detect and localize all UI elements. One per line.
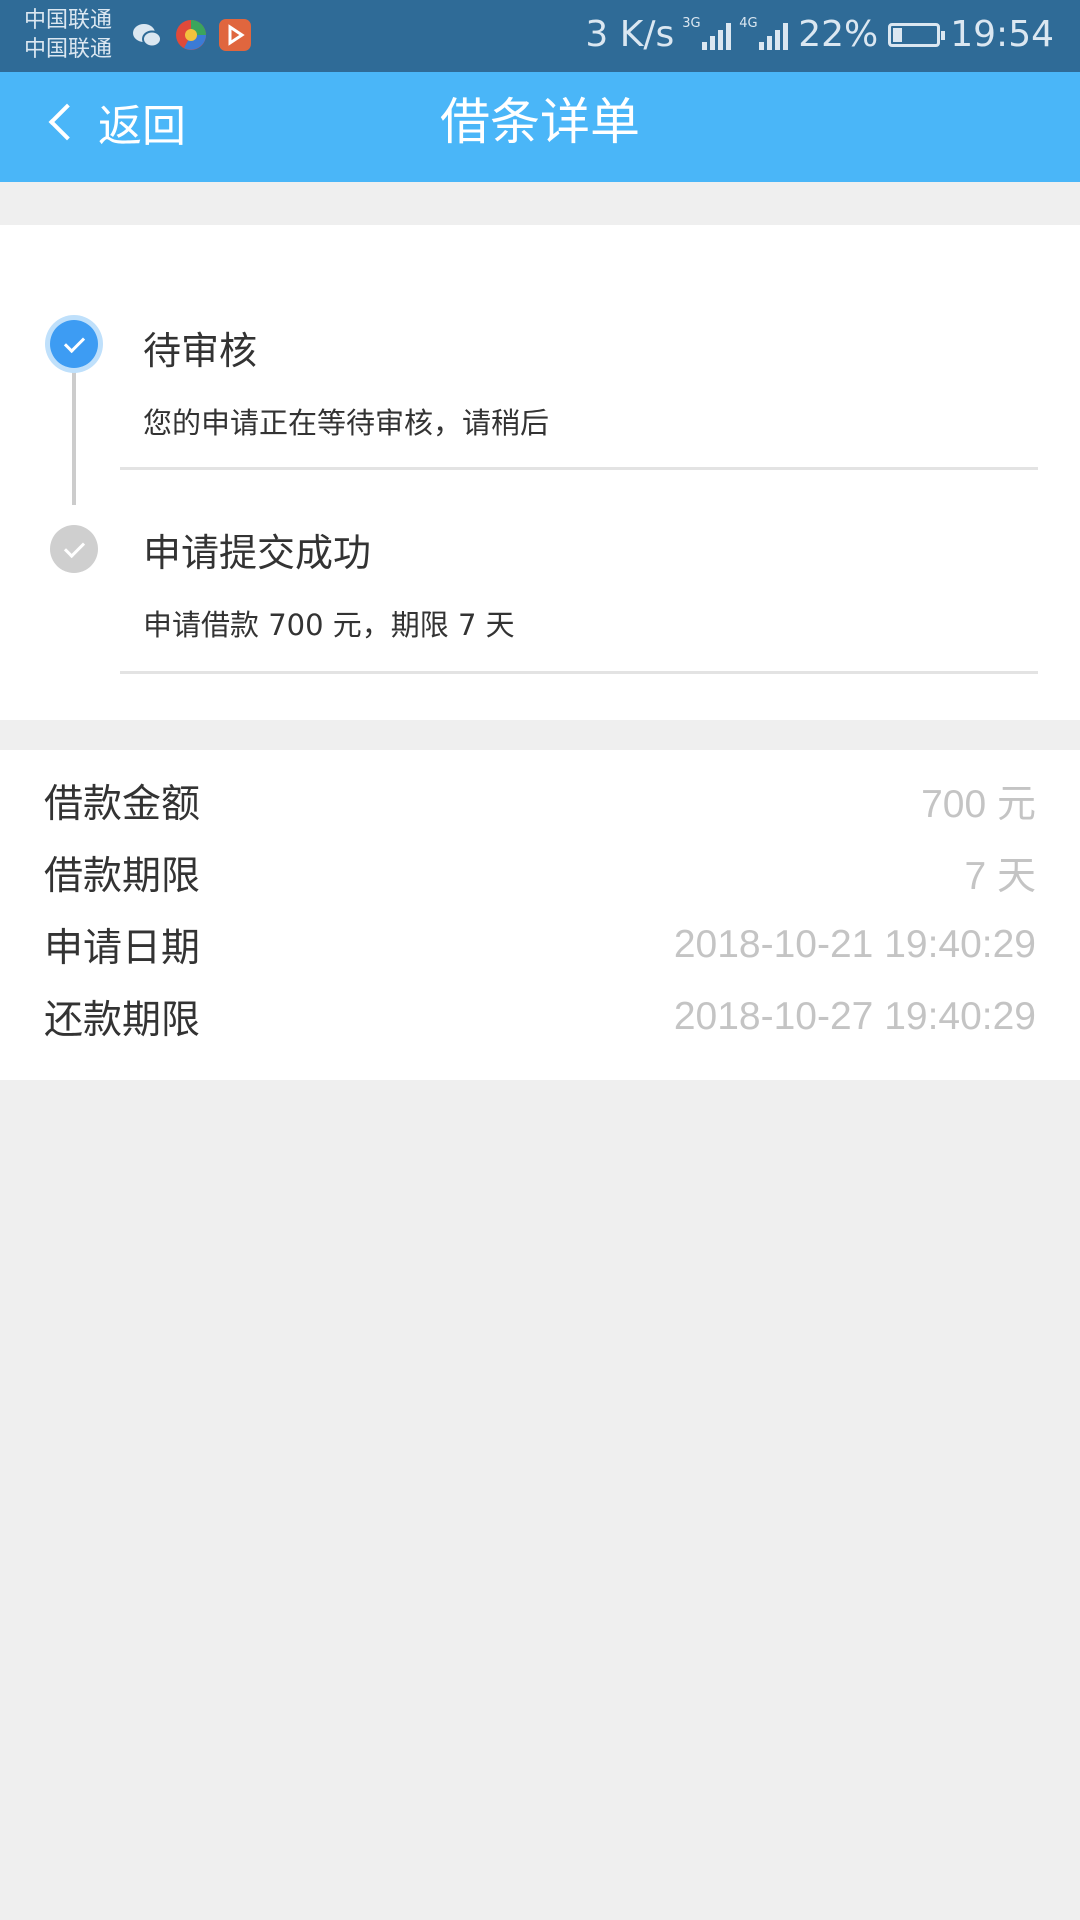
browser-icon bbox=[176, 20, 206, 50]
carrier-2: 中国联通 bbox=[24, 37, 113, 62]
status-bar: 中国联通 中国联通 3 K/s 3G 4G 22% 19:54 bbox=[0, 0, 1080, 72]
page-title: 借条详单 bbox=[440, 93, 640, 151]
video-app-icon bbox=[219, 19, 251, 51]
network-type-1: 3G bbox=[682, 15, 701, 31]
clock: 19:54 bbox=[950, 14, 1054, 55]
carrier-info: 中国联通 中国联通 bbox=[24, 6, 112, 64]
signal-3g-icon: 3G bbox=[682, 16, 732, 50]
battery-icon bbox=[888, 22, 946, 47]
divider bbox=[120, 467, 1038, 470]
network-type-2: 4G bbox=[739, 15, 758, 31]
detail-value: 700 元 bbox=[921, 783, 1036, 826]
detail-label: 申请日期 bbox=[44, 926, 201, 971]
timeline-step-title: 申请提交成功 bbox=[143, 531, 372, 575]
detail-row-amount: 借款金额 700 元 bbox=[44, 765, 1036, 837]
divider bbox=[120, 671, 1038, 674]
detail-row-due-date: 还款期限 2018-10-27 19:40:29 bbox=[44, 981, 1036, 1053]
detail-value: 2018-10-27 19:40:29 bbox=[673, 995, 1036, 1038]
network-speed: 3 K/s bbox=[585, 14, 675, 55]
status-right: 3 K/s 3G 4G 22% 19:54 bbox=[585, 14, 1054, 55]
wechat-icon bbox=[133, 24, 162, 48]
status-timeline: 待审核 您的申请正在等待审核，请稍后 申请提交成功 申请借款 700 元，期限 … bbox=[0, 225, 1080, 720]
detail-row-apply-date: 申请日期 2018-10-21 19:40:29 bbox=[44, 909, 1036, 981]
timeline-step-desc: 您的申请正在等待审核，请稍后 bbox=[143, 406, 550, 440]
detail-value: 2018-10-21 19:40:29 bbox=[673, 923, 1036, 966]
detail-row-term: 借款期限 7 天 bbox=[44, 837, 1036, 909]
carrier-1: 中国联通 bbox=[24, 8, 113, 33]
battery-percent: 22% bbox=[798, 14, 879, 55]
check-icon bbox=[63, 536, 85, 558]
title-bar: 返回 借条详单 bbox=[0, 72, 1080, 182]
loan-details: 借款金额 700 元 借款期限 7 天 申请日期 2018-10-21 19:4… bbox=[0, 750, 1080, 1080]
signal-4g-icon: 4G bbox=[739, 16, 789, 50]
timeline-node-pending bbox=[50, 320, 98, 368]
timeline-step-desc: 申请借款 700 元，期限 7 天 bbox=[143, 608, 515, 642]
check-icon bbox=[63, 331, 85, 353]
detail-label: 借款金额 bbox=[44, 782, 201, 827]
timeline-node-submitted bbox=[50, 525, 98, 573]
notification-icons bbox=[130, 18, 252, 52]
detail-label: 还款期限 bbox=[44, 998, 201, 1043]
timeline-connector bbox=[72, 345, 76, 505]
detail-value: 7 天 bbox=[964, 855, 1036, 898]
timeline-step-title: 待审核 bbox=[143, 329, 258, 373]
detail-label: 借款期限 bbox=[44, 854, 201, 899]
